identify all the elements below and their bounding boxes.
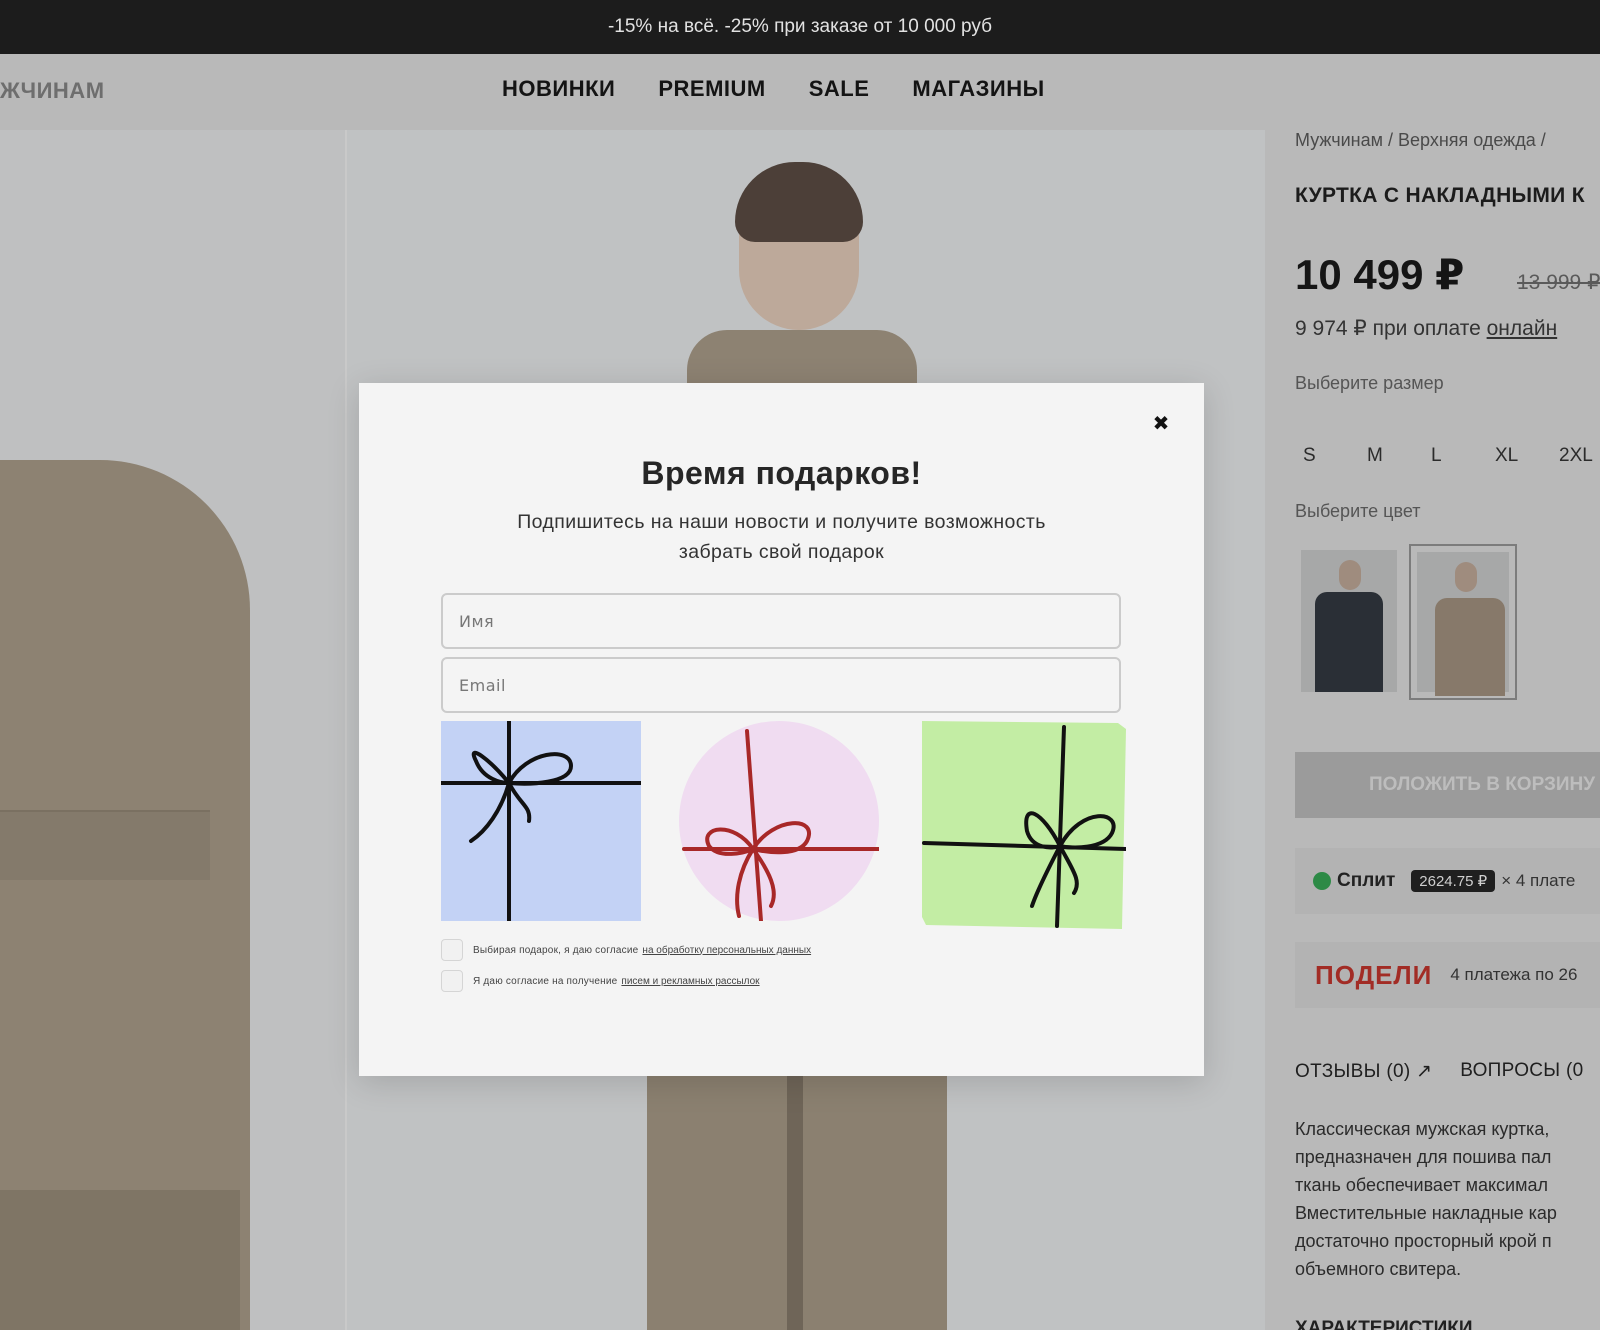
modal-title: Время подарков! [641, 455, 922, 491]
modal-subtitle: Подпишитесь на наши новости и получите в… [419, 507, 1144, 567]
gift-option-blue[interactable] [441, 721, 641, 921]
nav-item-premium[interactable]: PREMIUM [658, 76, 765, 102]
promo-bar: -15% на всё. -25% при заказе от 10 000 р… [0, 0, 1600, 54]
size-selector: S M L XL 2XL [1303, 445, 1600, 467]
consent-newsletter-link[interactable]: писем и рекламных рассылок [621, 976, 759, 987]
swatch-face [1339, 560, 1361, 590]
product-info-panel: Мужчинам / Верхняя одежда / КУРТКА С НАК… [1265, 130, 1600, 1330]
swatch-face [1455, 562, 1477, 592]
characteristics-heading[interactable]: ХАРАКТЕРИСТИКИ [1295, 1318, 1473, 1330]
gift-box-blue [441, 721, 641, 921]
split-installments: × 4 плате [1501, 871, 1576, 890]
photo-model-leg-gap [787, 1070, 803, 1330]
close-icon[interactable]: ✖ [1149, 411, 1173, 435]
size-option-s[interactable]: S [1303, 445, 1367, 467]
product-description: Классическая мужская куртка, предназначе… [1295, 1115, 1600, 1283]
modal-subtitle-line-1: Подпишитесь на наши новости и получите в… [517, 511, 1046, 533]
split-payment-option[interactable]: Сплит 2624.75 ₽ × 4 плате [1295, 848, 1600, 914]
description-line: предназначен для пошива пал [1295, 1147, 1552, 1167]
product-price: 10 499 ₽ [1295, 251, 1465, 298]
product-photo-secondary[interactable] [0, 130, 345, 1330]
color-swatch-dark[interactable] [1301, 550, 1397, 692]
consent-personal-data-checkbox[interactable] [441, 939, 463, 961]
tab-questions[interactable]: ВОПРОСЫ (0 [1460, 1060, 1583, 1083]
podeli-payment-option[interactable]: ПОДЕЛИ 4 платежа по 26 [1295, 942, 1600, 1008]
swatch-inner [1417, 552, 1509, 696]
product-old-price: 13 999 ₽ [1517, 271, 1600, 294]
swatch-jacket-beige [1435, 598, 1505, 696]
size-option-m[interactable]: M [1367, 445, 1431, 467]
gift-subscribe-modal: ✖ Время подарков! Подпишитесь на наши но… [359, 383, 1204, 1076]
gift-option-green[interactable] [922, 721, 1126, 929]
description-line: Вместительные накладные кар [1295, 1203, 1557, 1223]
size-option-xl[interactable]: XL [1495, 445, 1559, 467]
podeli-installments: 4 платежа по 26 [1450, 965, 1578, 984]
color-swatch-beige-selected[interactable] [1409, 544, 1517, 700]
split-logo-icon [1313, 872, 1331, 890]
consent-personal-data-text: Выбирая подарок, я даю согласие [473, 944, 639, 956]
product-tabs: ОТЗЫВЫ (0) ↗ ВОПРОСЫ (0 [1295, 1060, 1584, 1083]
nav-item-new[interactable]: НОВИНКИ [502, 76, 615, 102]
main-nav: ЖЧИНАМ НОВИНКИ PREMIUM SALE МАГАЗИНЫ [0, 54, 1600, 130]
online-payment-link[interactable]: онлайн [1487, 317, 1558, 340]
description-line: Классическая мужская куртка, [1295, 1119, 1550, 1139]
nav-links: НОВИНКИ PREMIUM SALE МАГАЗИНЫ [502, 76, 1045, 102]
size-option-2xl[interactable]: 2XL [1559, 445, 1600, 467]
size-option-l[interactable]: L [1431, 445, 1495, 467]
consent-newsletter-text: Я даю согласие на получение [473, 975, 618, 987]
modal-subtitle-line-2: забрать свой подарок [678, 541, 885, 563]
description-line: объемного свитера. [1295, 1259, 1462, 1279]
add-to-cart-button[interactable]: ПОЛОЖИТЬ В КОРЗИНУ [1295, 752, 1600, 818]
email-input[interactable] [441, 657, 1121, 713]
nav-item-sale[interactable]: SALE [809, 76, 870, 102]
consent-personal-data-link[interactable]: на обработку персональных данных [642, 945, 811, 956]
gift-box-green [922, 721, 1126, 929]
nav-item-stores[interactable]: МАГАЗИНЫ [912, 76, 1044, 102]
photo-model-hair [735, 162, 863, 242]
product-title: КУРТКА С НАКЛАДНЫМИ К [1295, 184, 1585, 207]
online-price-text: 9 974 ₽ при оплате [1295, 317, 1481, 340]
photo-jacket-hem [0, 810, 210, 880]
size-label: Выберите размер [1295, 373, 1444, 393]
gift-circle-pink [679, 721, 879, 921]
online-price: 9 974 ₽ при оплате онлайн [1295, 316, 1557, 341]
tab-reviews[interactable]: ОТЗЫВЫ (0) ↗ [1295, 1060, 1432, 1083]
swatch-jacket-dark [1315, 592, 1383, 692]
split-amount-badge: 2624.75 ₽ [1411, 870, 1496, 892]
description-line: ткань обеспечивает максимал [1295, 1175, 1549, 1195]
consent-personal-data: Выбирая подарок, я даю согласие на обраб… [441, 939, 811, 961]
consent-newsletter-checkbox[interactable] [441, 970, 463, 992]
gift-option-pink[interactable] [679, 721, 879, 921]
consent-newsletter: Я даю согласие на получение писем и рекл… [441, 970, 760, 992]
breadcrumb[interactable]: Мужчинам / Верхняя одежда / [1295, 130, 1546, 151]
split-name: Сплит [1337, 870, 1396, 891]
podeli-logo: ПОДЕЛИ [1315, 959, 1433, 990]
nav-item-men[interactable]: ЖЧИНАМ [0, 78, 105, 104]
color-label: Выберите цвет [1295, 501, 1421, 521]
photo-pants-shape [0, 1190, 240, 1330]
description-line: достаточно просторный крой п [1295, 1231, 1552, 1251]
promo-text: -15% на всё. -25% при заказе от 10 000 р… [607, 16, 993, 37]
name-input[interactable] [441, 593, 1121, 649]
